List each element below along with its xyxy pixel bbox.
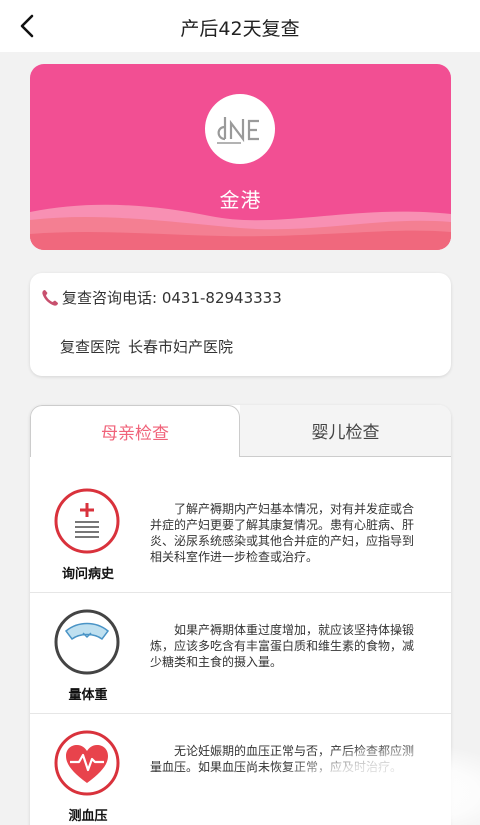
list-item[interactable]: 量体重 如果产褥期体重过度增加，就应该坚持体操锻炼，应该多吃含有丰富蛋白质和维生… [30, 594, 451, 714]
hospital-logo [205, 94, 275, 164]
hospital-label: 复查医院 [60, 338, 121, 356]
item-description: 了解产褥期内产妇基本情况，对有并发症或合并症的产妇更要了解其康复情况。患有心脏病… [150, 502, 415, 564]
watermark-overlay [270, 745, 480, 825]
hospital-banner: 金港 [30, 64, 451, 250]
heart-pulse-icon [54, 730, 120, 796]
contact-info-card: 复查咨询电话: 0431-82943333 复查医院 长春市妇产医院 [30, 273, 451, 376]
item-description: 如果产褥期体重过度增加，就应该坚持体操锻炼，应该多吃含有丰富蛋白质和维生素的食物… [150, 623, 415, 669]
hospital-row: 复查医院 长春市妇产医院 [60, 336, 233, 357]
phone-icon [42, 289, 58, 306]
banner-wave [30, 204, 451, 250]
phone-label: 复查咨询电话: 0431-82943333 [62, 289, 282, 307]
tab-baby-exam[interactable]: 婴儿检查 [240, 405, 451, 457]
page-title: 产后42天复查 [180, 18, 300, 40]
scale-icon [54, 609, 120, 675]
item-title: 询问病史 [61, 567, 114, 582]
item-title: 量体重 [68, 688, 108, 703]
phone-row[interactable]: 复查咨询电话: 0431-82943333 [40, 287, 282, 308]
medical-history-icon [54, 488, 120, 554]
hospital-name: 长春市妇产医院 [128, 338, 234, 356]
list-item[interactable]: 询问病史 了解产褥期内产妇基本情况，对有并发症或合并症的产妇更要了解其康复情况。… [30, 473, 451, 593]
top-nav-bar: 产后42天复查 [0, 0, 480, 52]
tab-mother-exam[interactable]: 母亲检查 [30, 405, 240, 457]
item-title: 测血压 [68, 809, 108, 824]
logo-icon [217, 117, 259, 144]
